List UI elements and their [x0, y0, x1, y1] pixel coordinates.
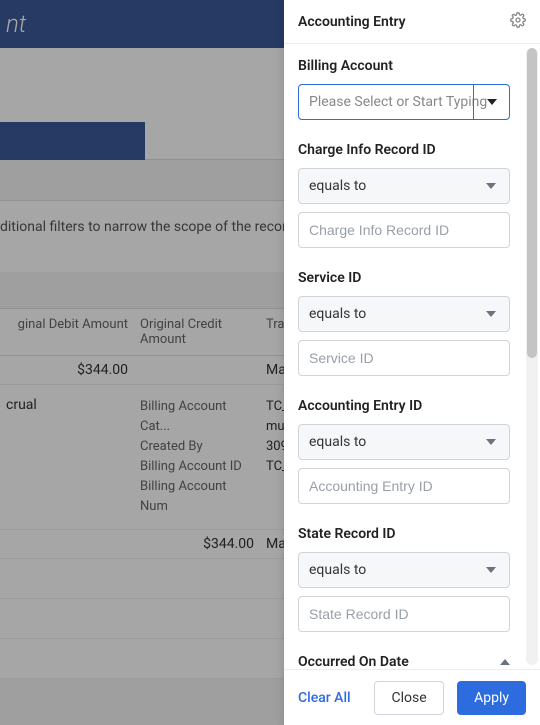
apply-button[interactable]: Apply	[457, 681, 526, 715]
service-id-input[interactable]	[298, 340, 510, 376]
label-charge-info: Charge Info Record ID	[298, 142, 510, 158]
accounting-entry-field[interactable]	[309, 478, 499, 494]
label-service-id: Service ID	[298, 270, 510, 286]
chevron-down-icon[interactable]	[473, 553, 509, 587]
charge-info-input[interactable]	[298, 212, 510, 248]
section-charge-info: Charge Info Record ID equals to	[298, 142, 510, 248]
panel-footer: Clear All Close Apply	[284, 669, 540, 725]
state-record-field[interactable]	[309, 606, 499, 622]
label-accounting-entry-id: Accounting Entry ID	[298, 398, 510, 414]
panel-scroll-area[interactable]: Billing Account Please Select or Start T…	[284, 44, 524, 669]
section-occurred-on: Occurred On Date	[298, 654, 510, 669]
scrollbar-thumb[interactable]	[527, 48, 537, 358]
label-occurred-on[interactable]: Occurred On Date	[298, 654, 510, 669]
tab-active[interactable]	[0, 122, 145, 160]
billing-account-select[interactable]: Please Select or Start Typing	[298, 84, 510, 120]
col-debit: ginal Debit Amount	[0, 317, 134, 347]
accounting-entry-operator[interactable]: equals to	[298, 424, 510, 460]
clear-all-link[interactable]: Clear All	[298, 690, 351, 706]
service-id-operator[interactable]: equals to	[298, 296, 510, 332]
label-state-record-id: State Record ID	[298, 526, 510, 542]
chevron-up-icon[interactable]	[500, 659, 510, 665]
close-button[interactable]: Close	[374, 681, 443, 715]
chevron-down-icon[interactable]	[473, 297, 509, 331]
state-record-operator[interactable]: equals to	[298, 552, 510, 588]
gear-icon[interactable]	[510, 12, 526, 32]
section-accounting-entry-id: Accounting Entry ID equals to	[298, 398, 510, 504]
chevron-down-icon[interactable]	[473, 169, 509, 203]
label-billing-account: Billing Account	[298, 58, 510, 74]
panel-header: Accounting Entry	[284, 0, 540, 44]
state-record-input[interactable]	[298, 596, 510, 632]
col-credit: Original Credit Amount	[134, 317, 260, 347]
charge-info-field[interactable]	[309, 222, 499, 238]
panel-title: Accounting Entry	[298, 14, 406, 30]
service-id-field[interactable]	[309, 350, 499, 366]
chevron-down-icon[interactable]	[473, 85, 509, 119]
chevron-down-icon[interactable]	[473, 425, 509, 459]
charge-info-operator[interactable]: equals to	[298, 168, 510, 204]
app-title-fragment: nt	[6, 10, 26, 38]
section-state-record-id: State Record ID equals to	[298, 526, 510, 632]
scrollbar[interactable]	[526, 48, 538, 665]
section-billing-account: Billing Account Please Select or Start T…	[298, 58, 510, 120]
accounting-entry-input[interactable]	[298, 468, 510, 504]
filter-panel: Accounting Entry Billing Account Please …	[284, 0, 540, 725]
section-service-id: Service ID equals to	[298, 270, 510, 376]
